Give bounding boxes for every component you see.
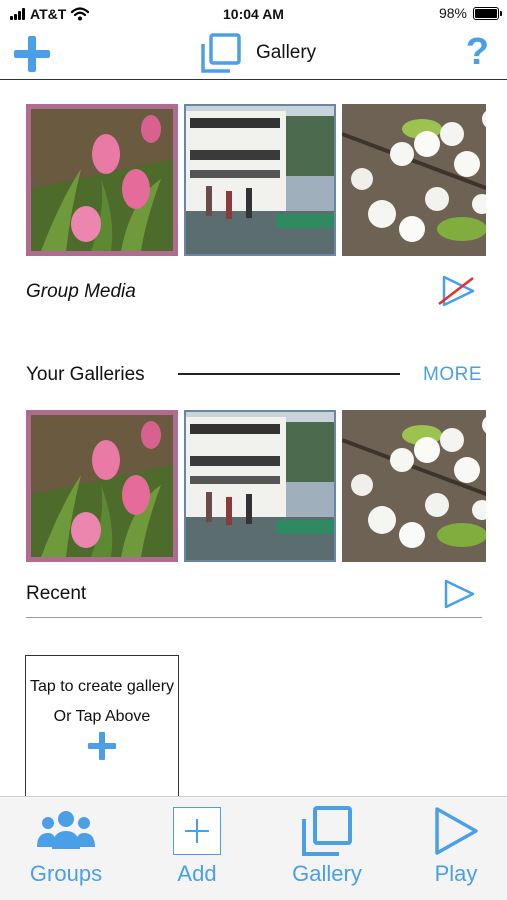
plus-icon <box>88 732 116 760</box>
recent-label: Recent <box>26 583 87 604</box>
gallery-icon <box>302 806 352 856</box>
recent-divider <box>26 617 482 618</box>
tab-groups-label: Groups <box>29 861 103 886</box>
group-media-label: Group Media <box>26 281 136 302</box>
page-title: Gallery <box>256 42 317 63</box>
battery-percent: 98% <box>438 5 467 21</box>
tab-groups[interactable]: Groups <box>11 805 121 887</box>
tab-gallery[interactable]: Gallery <box>272 805 382 887</box>
top-nav: Gallery ? <box>0 28 507 80</box>
blossom-photo[interactable] <box>342 410 486 562</box>
tab-add-label: Add <box>177 861 217 886</box>
battery-icon <box>473 6 502 20</box>
status-right: 98% <box>438 5 502 21</box>
play-icon <box>435 807 478 855</box>
tab-play[interactable]: Play <box>401 805 507 887</box>
or-tap-above-text: Or Tap Above <box>53 708 151 725</box>
play-icon[interactable] <box>442 578 476 610</box>
create-gallery-card[interactable]: Tap to create gallery Or Tap Above <box>25 655 179 805</box>
clock: 10:04 AM <box>223 6 284 22</box>
section-divider <box>178 373 400 375</box>
tab-bar: Groups Add Gallery Play <box>0 796 507 900</box>
tulip-photo[interactable] <box>26 104 178 256</box>
tulip-photo[interactable] <box>26 410 178 562</box>
add-icon <box>173 807 221 855</box>
groups-icon <box>37 811 95 849</box>
blossom-photo[interactable] <box>342 104 486 256</box>
boat-photo[interactable] <box>184 104 336 256</box>
your-galleries-row <box>26 410 486 562</box>
plus-icon[interactable] <box>12 34 52 74</box>
nav-title-group: Gallery <box>200 32 316 74</box>
gallery-icon <box>201 33 241 73</box>
your-galleries-label: Your Galleries <box>26 364 145 385</box>
create-gallery-text: Tap to create gallery <box>29 678 175 695</box>
tab-gallery-label: Gallery <box>292 861 362 886</box>
group-media-row <box>26 104 486 256</box>
tab-play-label: Play <box>434 861 478 886</box>
more-link[interactable]: MORE <box>423 364 482 386</box>
tab-add[interactable]: Add <box>142 805 252 887</box>
boat-photo[interactable] <box>184 410 336 562</box>
play-disabled-icon[interactable] <box>437 274 477 308</box>
status-bar: AT&T 10:04 AM 98% <box>0 0 507 28</box>
battery-level <box>475 8 497 18</box>
help-icon[interactable]: ? <box>466 30 489 74</box>
